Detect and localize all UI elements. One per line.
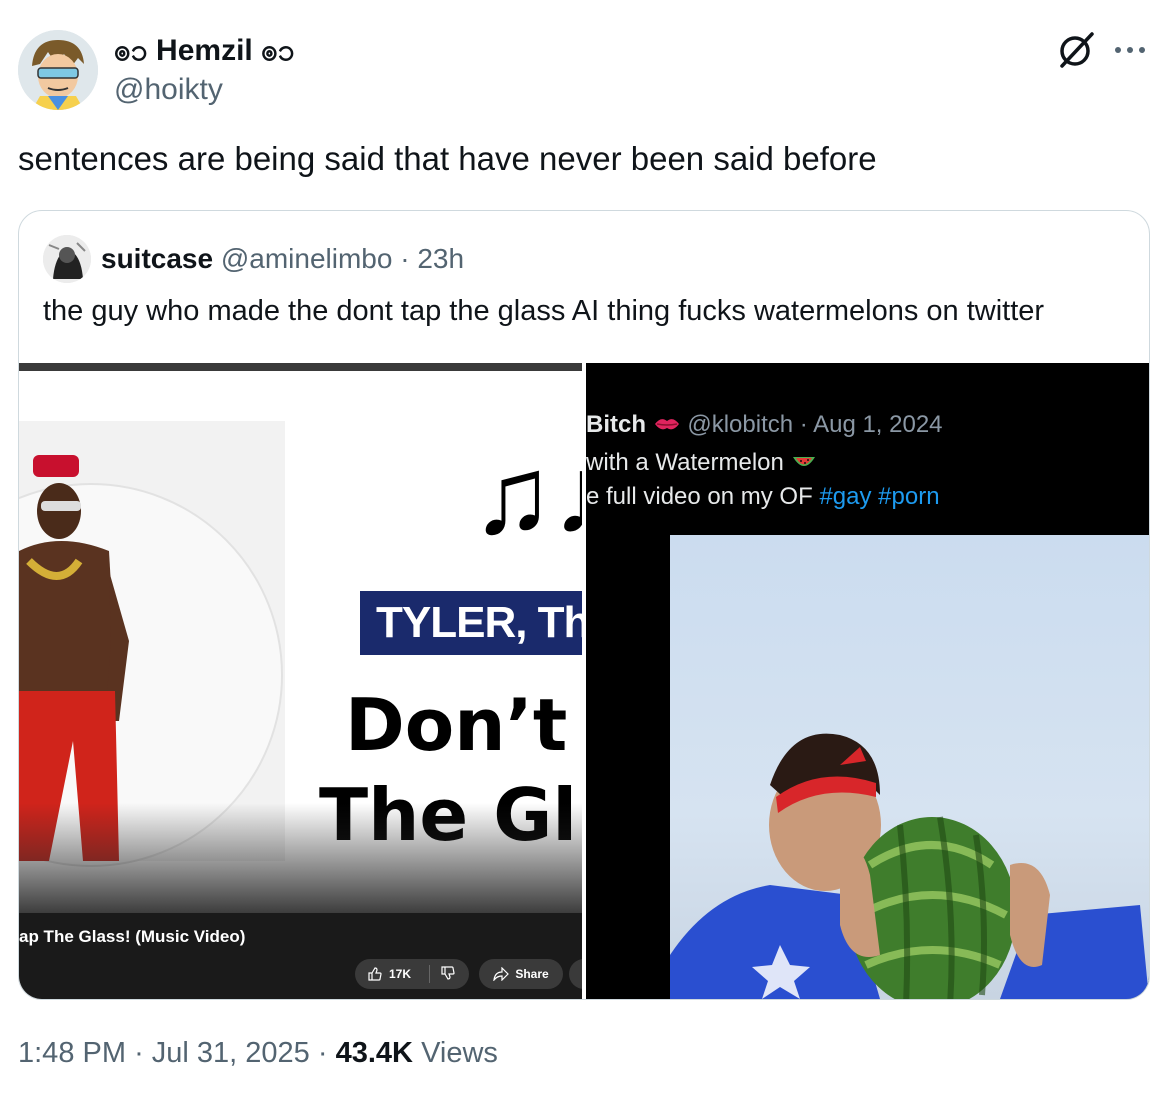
hashtag-porn: #porn: [878, 483, 940, 510]
embedded-name: Bitch: [586, 411, 646, 438]
media-right-image[interactable]: Bitch @klobitch · Aug 1, 2024 with a Wat…: [586, 363, 1149, 999]
song-title-line1: Don’t T: [345, 683, 582, 767]
like-dislike-button[interactable]: 17K: [355, 959, 469, 989]
quote-text: the guy who made the dont tap the glass …: [43, 295, 1045, 327]
video-gradient: [19, 803, 582, 913]
display-name[interactable]: ၜၥ Hemzil ၜၥ: [114, 30, 295, 75]
user-handle[interactable]: @hoikty: [114, 73, 223, 107]
quote-separator: ·: [400, 243, 410, 274]
album-art: [19, 421, 285, 867]
embedded-tweet-header: Bitch @klobitch · Aug 1, 2024: [586, 411, 943, 439]
embedded-text-line2: e full video on my OF #gay #porn: [586, 483, 940, 511]
thumbs-up-icon: [368, 967, 382, 981]
quote-tweet[interactable]: suitcase @aminelimbo · 23h the guy who m…: [18, 210, 1150, 1000]
grok-icon[interactable]: [1056, 30, 1096, 70]
thumbs-down-icon: [430, 965, 456, 984]
kiss-icon: [654, 419, 679, 430]
figure-illustration: [19, 455, 129, 861]
views-count[interactable]: 43.4K: [336, 1037, 413, 1069]
embedded-text-line1: with a Watermelon: [586, 449, 817, 477]
embedded-text-1: with a Watermelon: [586, 449, 784, 476]
embedded-handle-date: @klobitch · Aug 1, 2024: [687, 411, 943, 438]
tweet-date[interactable]: Jul 31, 2025: [152, 1037, 310, 1069]
video-title[interactable]: ap The Glass! (Music Video): [19, 927, 245, 947]
avatar[interactable]: [18, 30, 98, 110]
hashtag-gay: #gay: [819, 483, 872, 510]
more-icon[interactable]: [1112, 32, 1148, 68]
music-notes-icon: ♫♪: [471, 434, 582, 557]
quote-handle[interactable]: @aminelimbo: [221, 243, 393, 274]
footer-separator-2: ·: [317, 1037, 328, 1069]
quote-time[interactable]: 23h: [417, 243, 464, 274]
like-count: 17K: [389, 967, 412, 981]
tweet-text: sentences are being said that have never…: [18, 140, 877, 177]
quote-display-name[interactable]: suitcase: [101, 243, 213, 274]
share-button[interactable]: Share: [479, 959, 563, 989]
quote-header: suitcase @aminelimbo · 23h: [101, 243, 464, 275]
views-label[interactable]: Views: [421, 1037, 498, 1069]
artist-banner: TYLER, The C: [360, 591, 582, 655]
tweet-time[interactable]: 1:48 PM: [18, 1037, 126, 1069]
watermelon-icon: [792, 457, 815, 466]
share-arrow-icon: [493, 967, 510, 981]
quote-avatar[interactable]: [43, 235, 91, 283]
embedded-text-2: e full video on my OF: [586, 483, 813, 510]
footer-separator-1: ·: [134, 1037, 144, 1069]
embedded-photo: [670, 535, 1149, 999]
share-label: Share: [515, 967, 549, 981]
video-progress-bar: [19, 363, 582, 371]
tweet-meta-footer: 1:48 PM · Jul 31, 2025 · 43.4K Views: [18, 1037, 498, 1070]
media-left-image[interactable]: ♫♪ TYLER, The C Don’t T The Gl ap The Gl…: [19, 363, 582, 999]
